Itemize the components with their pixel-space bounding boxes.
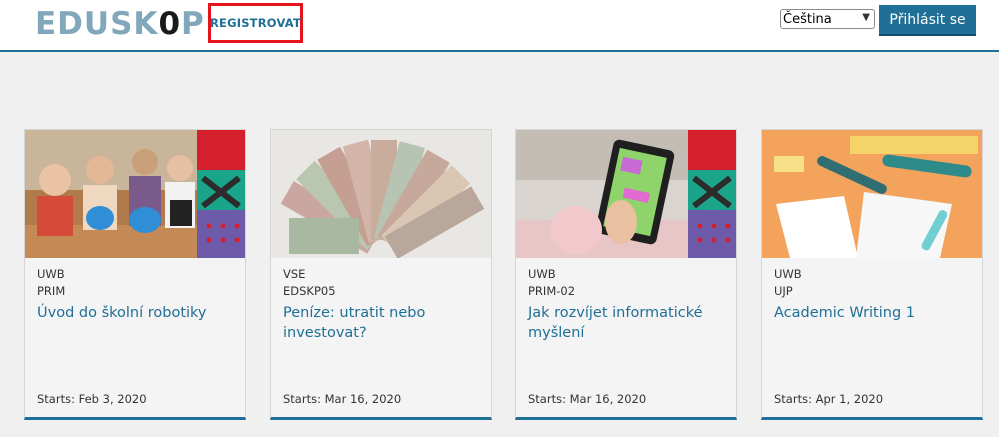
logo-suffix: P bbox=[181, 6, 205, 42]
logo-zero: 0 bbox=[158, 6, 182, 42]
chevron-down-icon: ▼ bbox=[862, 12, 870, 23]
course-code: PRIM bbox=[37, 284, 66, 298]
course-org: VSE bbox=[283, 267, 306, 281]
course-code: PRIM-02 bbox=[528, 284, 576, 298]
course-title[interactable]: Jak rozvíjet informatické myšlení bbox=[528, 303, 728, 343]
site-logo[interactable]: EDUSK0P bbox=[35, 6, 205, 42]
course-title[interactable]: Úvod do školní robotiky bbox=[37, 303, 237, 323]
course-org: UWB bbox=[37, 267, 65, 281]
course-start-date: Starts: Apr 1, 2020 bbox=[774, 392, 884, 406]
course-start-date: Starts: Mar 16, 2020 bbox=[283, 392, 402, 406]
language-select[interactable]: Čeština ▼ bbox=[780, 9, 875, 29]
course-title[interactable]: Peníze: utratit nebo investovat? bbox=[283, 303, 483, 343]
course-org: UWB bbox=[528, 267, 556, 281]
site-header: EDUSK0P REGISTROVAT Čeština ▼ Přihlásit … bbox=[0, 0, 999, 52]
course-card[interactable]: UWB PRIM-02 Jak rozvíjet informatické my… bbox=[515, 129, 737, 420]
course-image-money[interactable] bbox=[271, 130, 491, 258]
course-card[interactable]: VSE EDSKP05 Peníze: utratit nebo investo… bbox=[270, 129, 492, 420]
logo-prefix: EDUSK bbox=[35, 6, 159, 42]
course-image-writing[interactable] bbox=[762, 130, 982, 258]
course-start-date: Starts: Mar 16, 2020 bbox=[528, 392, 647, 406]
course-code: UJP bbox=[774, 284, 793, 298]
login-button[interactable]: Přihlásit se bbox=[879, 5, 976, 36]
course-image-tablet[interactable] bbox=[516, 130, 736, 258]
course-org: UWB bbox=[774, 267, 802, 281]
course-title[interactable]: Academic Writing 1 bbox=[774, 303, 974, 323]
course-card[interactable]: UWB UJP Academic Writing 1 Starts: Apr 1… bbox=[761, 129, 983, 420]
course-code: EDSKP05 bbox=[283, 284, 336, 298]
language-selected-value: Čeština bbox=[783, 11, 832, 27]
course-card[interactable]: UWB PRIM Úvod do školní robotiky Starts:… bbox=[24, 129, 246, 420]
register-link[interactable]: REGISTROVAT bbox=[208, 3, 303, 43]
course-start-date: Starts: Feb 3, 2020 bbox=[37, 392, 147, 406]
course-image-robotics[interactable] bbox=[25, 130, 245, 258]
